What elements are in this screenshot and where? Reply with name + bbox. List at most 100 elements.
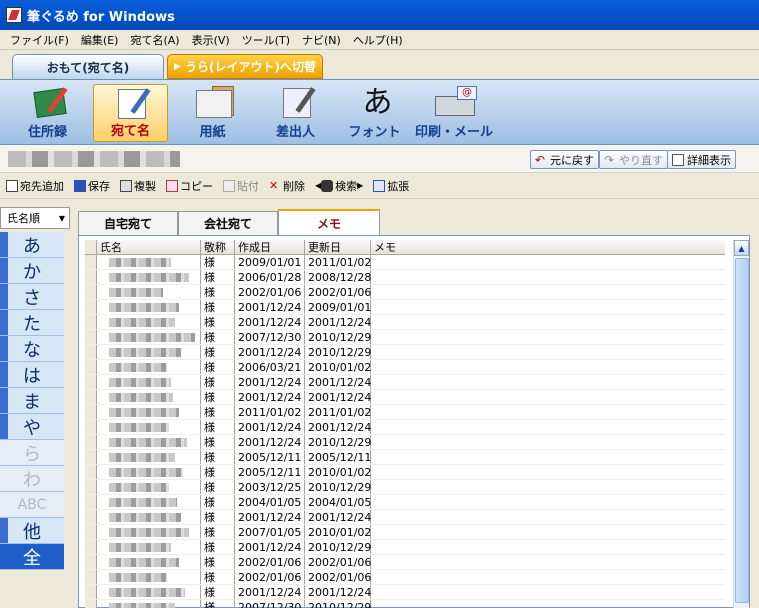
kana-index-item[interactable]: ら (0, 440, 64, 466)
kana-index-item[interactable]: 全 (0, 544, 64, 570)
scroll-thumb[interactable] (735, 258, 749, 603)
table-row[interactable]: 様 2001/12/24 2001/12/24 (85, 420, 725, 435)
save-label: 保存 (88, 179, 110, 193)
row-selector[interactable] (85, 540, 97, 554)
column-header-created[interactable]: 作成日 (235, 240, 305, 254)
table-row[interactable]: 様 2001/12/24 2001/12/24 (85, 585, 725, 600)
column-header-name[interactable]: 氏名 (97, 240, 201, 254)
tab-switch-back-layout[interactable]: ▶ うら(レイアウト)へ切替 (167, 54, 323, 79)
menu-help[interactable]: ヘルプ(H) (347, 32, 409, 48)
search-button[interactable]: ◀ 検索 ▶ (315, 178, 363, 194)
delete-button[interactable]: ✕ 削除 (269, 178, 305, 194)
table-row[interactable]: 様 2002/01/06 2002/01/06 (85, 285, 725, 300)
row-selector[interactable] (85, 465, 97, 479)
table-row[interactable]: 様 2007/12/30 2010/12/29 (85, 330, 725, 345)
ribbon-sender-button[interactable]: 差出人 (258, 84, 333, 142)
table-row[interactable]: 様 2006/01/28 2008/12/28 (85, 270, 725, 285)
table-row[interactable]: 様 2001/12/24 2009/01/01 (85, 300, 725, 315)
row-selector[interactable] (85, 330, 97, 344)
row-selector[interactable] (85, 315, 97, 329)
ribbon-print-mail-button[interactable]: @ 印刷・メール (414, 84, 494, 142)
kana-index-item[interactable]: か (0, 258, 64, 284)
kana-index-item[interactable]: は (0, 362, 64, 388)
row-selector[interactable] (85, 600, 97, 608)
table-row[interactable]: 様 2004/01/05 2004/01/05 (85, 495, 725, 510)
table-row[interactable]: 様 2001/12/24 2010/12/29 (85, 540, 725, 555)
tab-home-address[interactable]: 自宅宛て (78, 211, 178, 235)
row-selector[interactable] (85, 480, 97, 494)
table-row[interactable]: 様 2001/12/24 2010/12/29 (85, 435, 725, 450)
paste-button[interactable]: 貼付 (223, 178, 259, 194)
menu-tools[interactable]: ツール(T) (236, 32, 296, 48)
redo-button[interactable]: ↷ やり直す (599, 150, 668, 169)
row-selector[interactable] (85, 345, 97, 359)
tab-front-address[interactable]: おもて(宛て名) (12, 54, 164, 79)
menu-view[interactable]: 表示(V) (186, 32, 236, 48)
row-selector[interactable] (85, 450, 97, 464)
sort-select[interactable]: 氏名順 ▼ (0, 207, 70, 229)
table-row[interactable]: 様 2001/12/24 2010/12/29 (85, 345, 725, 360)
ribbon-font-button[interactable]: あ フォント (337, 84, 412, 142)
table-row[interactable]: 様 2007/01/05 2010/01/02 (85, 525, 725, 540)
row-selector[interactable] (85, 585, 97, 599)
row-selector[interactable] (85, 390, 97, 404)
column-header-updated[interactable]: 更新日 (305, 240, 371, 254)
row-selector[interactable] (85, 420, 97, 434)
table-row[interactable]: 様 2001/12/24 2001/12/24 (85, 315, 725, 330)
kana-index-item[interactable]: な (0, 336, 64, 362)
row-selector[interactable] (85, 270, 97, 284)
row-selector[interactable] (85, 435, 97, 449)
tab-memo[interactable]: メモ (278, 209, 380, 236)
scroll-up-icon[interactable]: ▲ (734, 240, 749, 256)
kana-index-item[interactable]: わ (0, 466, 64, 492)
kana-index-item[interactable]: さ (0, 284, 64, 310)
column-header-honorific[interactable]: 敬称 (201, 240, 235, 254)
table-row[interactable]: 様 2001/12/24 2001/12/24 (85, 375, 725, 390)
row-selector[interactable] (85, 570, 97, 584)
vertical-scrollbar[interactable]: ▲ (733, 240, 749, 608)
row-selector[interactable] (85, 255, 97, 269)
expand-button[interactable]: 拡張 (373, 178, 409, 194)
undo-button[interactable]: ↶ 元に戻す (530, 150, 599, 169)
column-header-memo[interactable]: メモ (371, 240, 725, 254)
table-row[interactable]: 様 2002/01/06 2002/01/06 (85, 570, 725, 585)
row-selector[interactable] (85, 375, 97, 389)
kana-index-item[interactable]: 他 (0, 518, 64, 544)
row-selector[interactable] (85, 495, 97, 509)
details-view-button[interactable]: 詳細表示 (667, 150, 736, 169)
ribbon-address-book-button[interactable]: 住所録 (10, 84, 85, 142)
kana-index-item[interactable]: ABC (0, 492, 64, 518)
copy-button[interactable]: コピー (166, 178, 213, 194)
menu-edit[interactable]: 編集(E) (75, 32, 125, 48)
kana-index-item[interactable]: あ (0, 232, 64, 258)
ribbon-address-button[interactable]: 宛て名 (93, 84, 168, 142)
kana-index-item[interactable]: ま (0, 388, 64, 414)
kana-index-item[interactable]: や (0, 414, 64, 440)
tab-company-address[interactable]: 会社宛て (178, 211, 278, 235)
row-selector[interactable] (85, 285, 97, 299)
save-button[interactable]: 保存 (74, 178, 110, 194)
table-row[interactable]: 様 2011/01/02 2011/01/02 (85, 405, 725, 420)
menu-navi[interactable]: ナビ(N) (296, 32, 347, 48)
row-selector[interactable] (85, 555, 97, 569)
table-row[interactable]: 様 2002/01/06 2002/01/06 (85, 555, 725, 570)
row-selector[interactable] (85, 300, 97, 314)
table-row[interactable]: 様 2003/12/25 2010/12/29 (85, 480, 725, 495)
table-row[interactable]: 様 2001/12/24 2001/12/24 (85, 510, 725, 525)
table-row[interactable]: 様 2006/03/21 2010/01/02 (85, 360, 725, 375)
row-selector[interactable] (85, 525, 97, 539)
menu-address[interactable]: 宛て名(A) (124, 32, 185, 48)
table-row[interactable]: 様 2009/01/01 2011/01/02 (85, 255, 725, 270)
table-row[interactable]: 様 2005/12/11 2005/12/11 (85, 450, 725, 465)
row-selector[interactable] (85, 510, 97, 524)
menu-file[interactable]: ファイル(F) (4, 32, 75, 48)
ribbon-paper-button[interactable]: 用紙 (175, 84, 250, 142)
table-row[interactable]: 様 2005/12/11 2010/01/02 (85, 465, 725, 480)
table-row[interactable]: 様 2007/12/30 2010/12/29 (85, 600, 725, 608)
duplicate-button[interactable]: 複製 (120, 178, 156, 194)
add-address-button[interactable]: 宛先追加 (6, 178, 64, 194)
row-selector[interactable] (85, 405, 97, 419)
table-row[interactable]: 様 2001/12/24 2001/12/24 (85, 390, 725, 405)
row-selector[interactable] (85, 360, 97, 374)
kana-index-item[interactable]: た (0, 310, 64, 336)
